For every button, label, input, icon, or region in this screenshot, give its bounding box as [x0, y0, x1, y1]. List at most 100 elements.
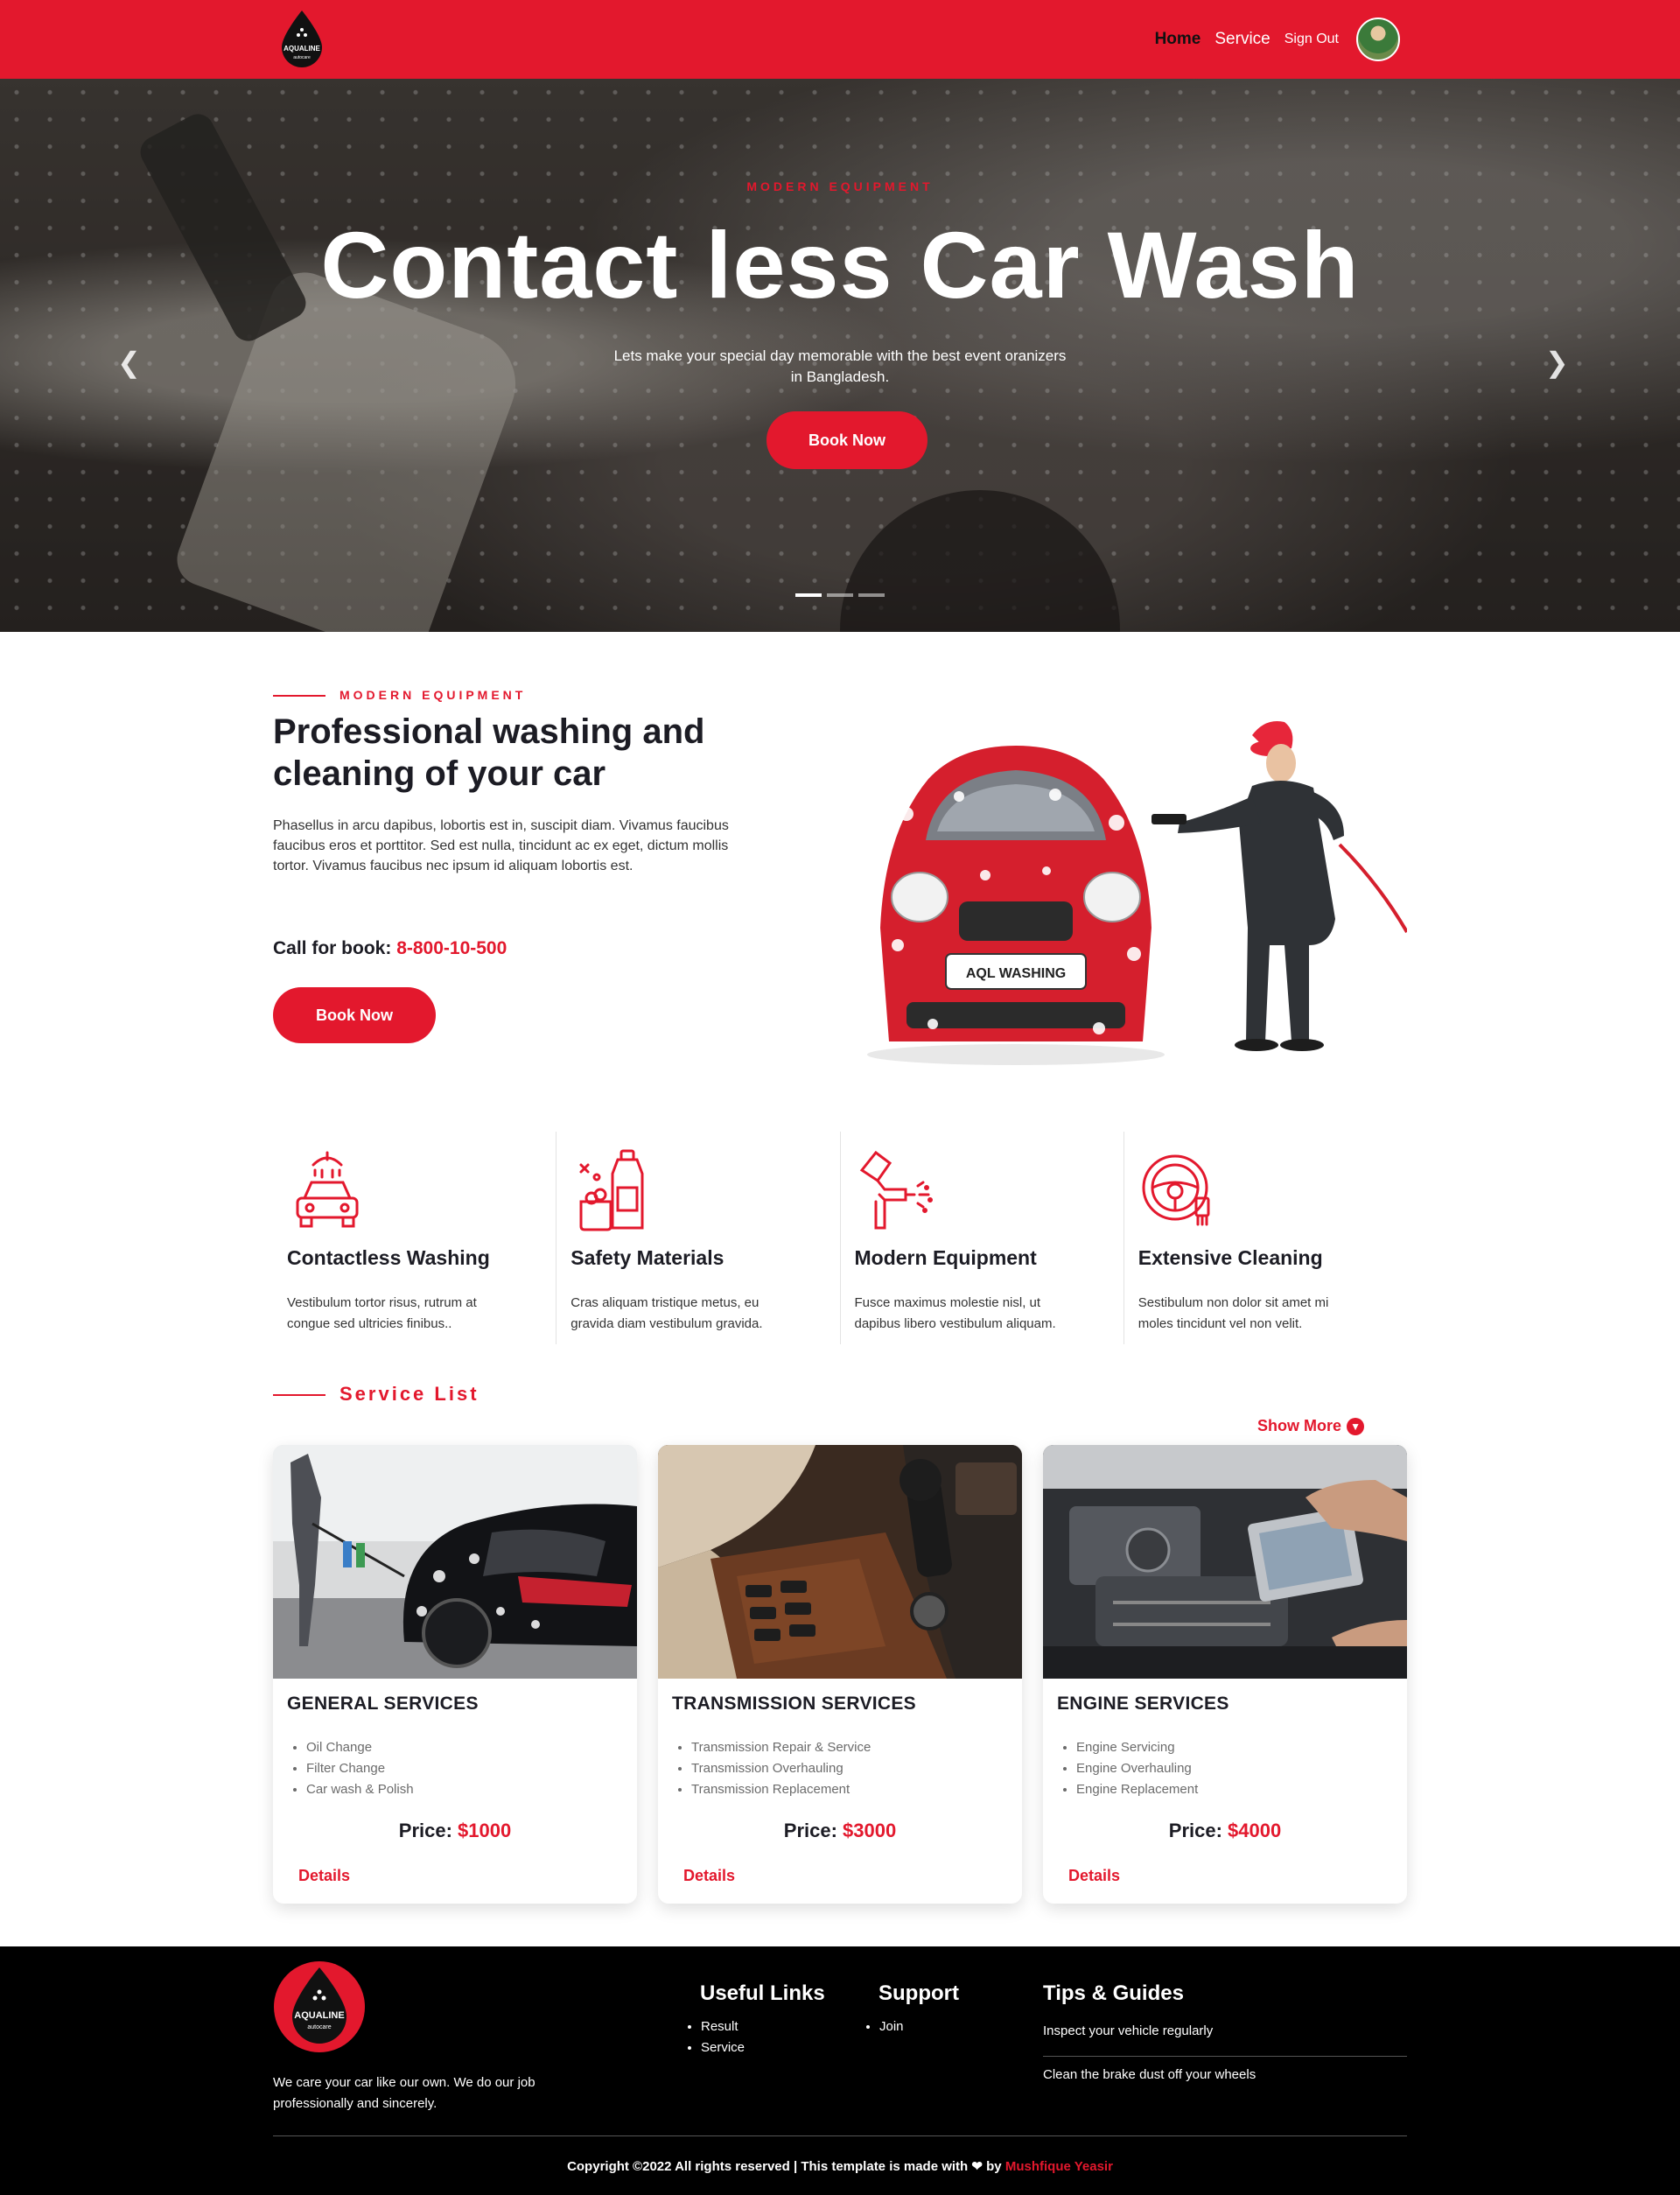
about-book-now-button[interactable]: Book Now — [273, 987, 436, 1043]
feature-text: Cras aliquam tristique metus, eu gravida… — [570, 1295, 763, 1331]
useful-links-title: Useful Links — [700, 1981, 825, 2005]
feature-extensive-cleaning: Extensive Cleaning Sestibulum non dolor … — [1124, 1132, 1407, 1344]
chevron-down-icon: ▼ — [1347, 1417, 1365, 1435]
copyright-by: by — [986, 2159, 1002, 2174]
nav-service-link[interactable]: Service — [1214, 30, 1270, 49]
footer: AQUALINE autocare We care your car like … — [0, 1946, 1680, 2195]
list-item: Engine Replacement — [1076, 1779, 1198, 1800]
card-price: Price: $1000 — [273, 1820, 637, 1842]
chevron-left-icon[interactable]: ❮ — [117, 346, 141, 379]
service-card-engine: ENGINE SERVICES Engine Servicing Engine … — [1043, 1445, 1407, 1904]
service-heading-line — [273, 1394, 326, 1396]
footer-aqualine-logo[interactable]: AQUALINE autocare — [273, 1960, 366, 2053]
show-more-link[interactable]: Show More ▼ — [1257, 1417, 1365, 1435]
card-features-list: Oil Change Filter Change Car wash & Poli… — [306, 1737, 414, 1800]
transmission-service-image — [658, 1445, 1022, 1679]
engine-service-image — [1043, 1445, 1407, 1679]
list-item: Oil Change — [306, 1737, 414, 1758]
hero-subtitle: Lets make your special day memorable wit… — [613, 347, 1067, 385]
feature-title: Contactless Washing — [287, 1246, 490, 1269]
details-link[interactable]: Details — [683, 1867, 735, 1885]
service-card-general: GENERAL SERVICES Oil Change Filter Chang… — [273, 1445, 637, 1904]
show-more-label: Show More — [1257, 1417, 1342, 1434]
cleaning-bottles-icon — [579, 1149, 644, 1231]
list-item: Engine Servicing — [1076, 1737, 1198, 1758]
feature-contactless-washing: Contactless Washing Vestibulum tortor ri… — [273, 1132, 557, 1344]
price-label: Price: — [783, 1820, 837, 1841]
price-label: Price: — [1168, 1820, 1222, 1841]
card-title: TRANSMISSION SERVICES — [672, 1694, 916, 1714]
support-list: Join — [879, 2016, 904, 2037]
eyebrow-line — [273, 695, 326, 697]
nav-signout-link[interactable]: Sign Out — [1284, 32, 1339, 47]
carousel-indicator[interactable] — [827, 593, 853, 597]
car-wash-icon — [296, 1151, 359, 1228]
list-item: Transmission Replacement — [691, 1779, 871, 1800]
useful-links-list: Result Service — [701, 2016, 745, 2058]
heart-icon: ❤ — [971, 2159, 983, 2174]
card-price: Price: $3000 — [658, 1820, 1022, 1842]
steering-wheel-icon — [1142, 1154, 1210, 1226]
list-item: Car wash & Polish — [306, 1779, 414, 1800]
about-title: Professional washing and cleaning of you… — [273, 712, 705, 793]
feature-title: Safety Materials — [570, 1246, 724, 1269]
footer-link-result[interactable]: Result — [701, 2016, 745, 2037]
copyright-text: Copyright ©2022 All rights reserved | Th… — [567, 2159, 969, 2174]
svg-text:autocare: autocare — [307, 2024, 331, 2030]
nav-home-link[interactable]: Home — [1155, 30, 1201, 49]
list-item: Transmission Repair & Service — [691, 1737, 871, 1758]
hero-title: Contact less Car Wash — [320, 212, 1360, 318]
svg-text:AQUALINE: AQUALINE — [284, 45, 320, 53]
details-link[interactable]: Details — [1068, 1867, 1120, 1885]
author-link[interactable]: Mushfique Yeasir — [1005, 2159, 1113, 2174]
card-title: GENERAL SERVICES — [287, 1694, 479, 1714]
carousel-indicator[interactable] — [858, 593, 885, 597]
footer-link-join[interactable]: Join — [879, 2016, 904, 2037]
tip-item[interactable]: Inspect your vehicle regularly — [1043, 2023, 1407, 2038]
carousel-indicators — [795, 593, 885, 597]
about-eyebrow: MODERN EQUIPMENT — [340, 688, 527, 702]
footer-link-service[interactable]: Service — [701, 2037, 745, 2058]
tips-title: Tips & Guides — [1043, 1981, 1184, 2005]
call-label: Call for book: — [273, 938, 392, 958]
price-value: $4000 — [1228, 1820, 1282, 1841]
feature-text: Vestibulum tortor risus, rutrum at congu… — [287, 1295, 477, 1331]
hero-book-now-button[interactable]: Book Now — [766, 411, 928, 469]
footer-tagline: We care your car like our own. We do our… — [273, 2075, 536, 2111]
spray-gun-icon — [859, 1150, 933, 1230]
card-price: Price: $4000 — [1043, 1820, 1407, 1842]
copyright: Copyright ©2022 All rights reserved | Th… — [0, 2158, 1680, 2174]
list-item: Filter Change — [306, 1758, 414, 1779]
card-title: ENGINE SERVICES — [1057, 1694, 1229, 1714]
price-value: $3000 — [843, 1820, 897, 1841]
support-title: Support — [878, 1981, 959, 2005]
price-value: $1000 — [458, 1820, 512, 1841]
chevron-right-icon[interactable]: ❯ — [1545, 346, 1569, 379]
nav-links: Home Service Sign Out — [1155, 18, 1400, 61]
card-features-list: Transmission Repair & Service Transmissi… — [691, 1737, 871, 1800]
feature-title: Modern Equipment — [854, 1246, 1037, 1269]
feature-safety-materials: Safety Materials Cras aliquam tristique … — [556, 1132, 841, 1344]
call-number[interactable]: 8-800-10-500 — [396, 938, 507, 958]
features-row: Contactless Washing Vestibulum tortor ri… — [273, 1132, 1407, 1344]
feature-title: Extensive Cleaning — [1138, 1246, 1323, 1269]
feature-text: Fusce maximus molestie nisl, ut dapibus … — [854, 1295, 1056, 1331]
hero-carousel: MODERN EQUIPMENT Contact less Car Wash L… — [0, 79, 1680, 632]
list-item: Transmission Overhauling — [691, 1758, 871, 1779]
user-avatar[interactable] — [1356, 18, 1400, 61]
card-features-list: Engine Servicing Engine Overhauling Engi… — [1076, 1737, 1198, 1800]
svg-text:AQUALINE: AQUALINE — [294, 2010, 344, 2021]
general-service-image — [273, 1445, 637, 1679]
call-for-book: Call for book: 8-800-10-500 — [273, 938, 507, 959]
car-wash-worker-image: AQL WASHING — [867, 721, 1407, 1065]
navbar: AQUALINE autocare Home Service Sign Out — [0, 0, 1680, 79]
feature-text: Sestibulum non dolor sit amet mi moles t… — [1138, 1295, 1329, 1331]
hero-eyebrow: MODERN EQUIPMENT — [746, 179, 934, 193]
tip-item[interactable]: Clean the brake dust off your wheels — [1043, 2067, 1407, 2082]
carousel-indicator[interactable] — [795, 593, 822, 597]
feature-modern-equipment: Modern Equipment Fusce maximus molestie … — [841, 1132, 1124, 1344]
details-link[interactable]: Details — [298, 1867, 350, 1885]
aqualine-logo[interactable]: AQUALINE autocare — [278, 9, 326, 70]
service-cards: GENERAL SERVICES Oil Change Filter Chang… — [273, 1445, 1407, 1904]
price-label: Price: — [398, 1820, 452, 1841]
